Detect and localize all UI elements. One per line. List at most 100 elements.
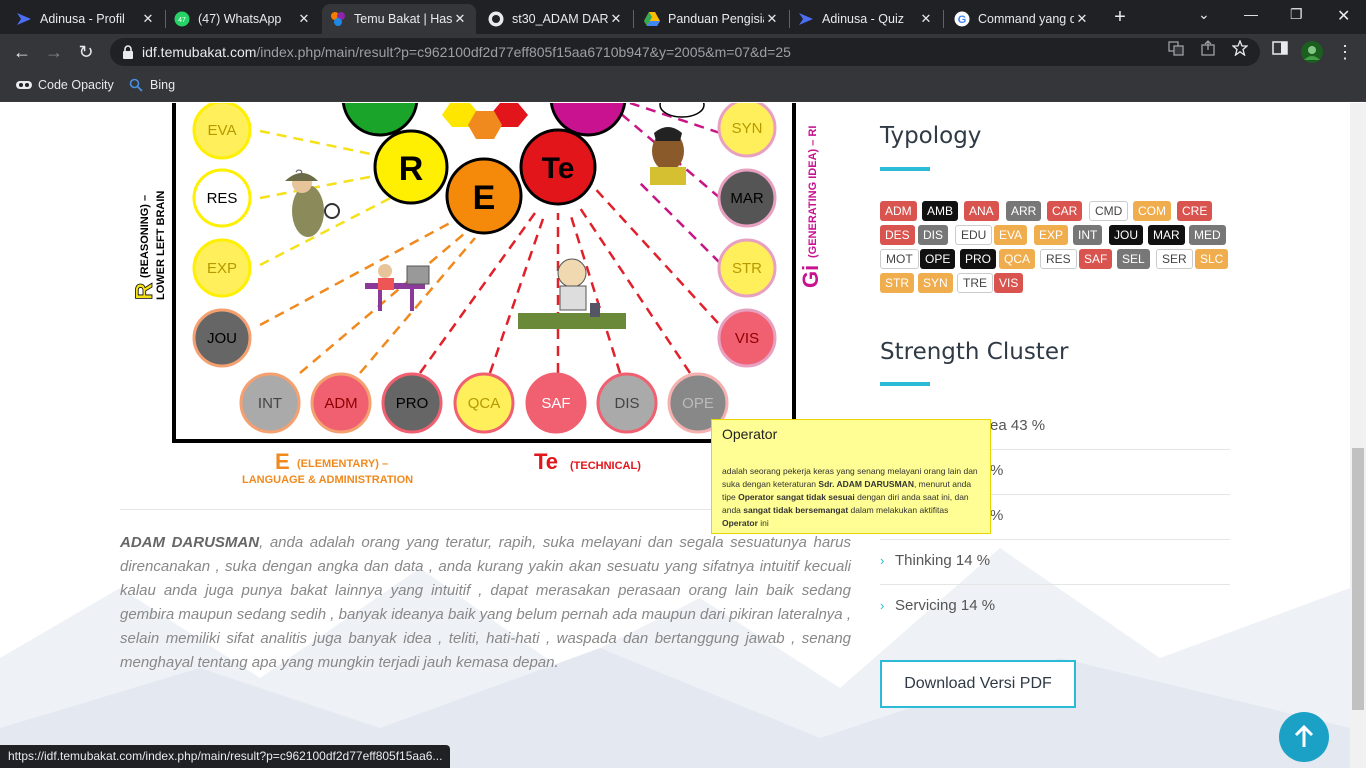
tab-adinusa-quiz[interactable]: Adinusa - Quiz ✕ <box>790 4 942 34</box>
forward-arrow-icon[interactable]: → <box>42 40 66 64</box>
typology-badge-ana[interactable]: ANA <box>964 201 999 221</box>
heading-underline <box>880 167 930 171</box>
profile-avatar[interactable] <box>1301 41 1323 63</box>
typology-badge-eva[interactable]: EVA <box>994 225 1028 245</box>
tab-title: Temu Bakat | Has <box>354 12 452 26</box>
close-tab-icon[interactable]: ✕ <box>452 11 468 27</box>
minimize-icon[interactable]: — <box>1244 6 1258 22</box>
tab-command[interactable]: G Command yang d ✕ <box>946 4 1098 34</box>
svg-text:?: ? <box>295 166 303 182</box>
circle-pro: PRO <box>396 395 429 412</box>
typology-badge-edu[interactable]: EDU <box>955 225 993 245</box>
tooltip-body: adalah seorang pekerja keras yang senang… <box>722 466 978 528</box>
circle-res: RES <box>207 190 238 207</box>
code-opacity-icon <box>16 81 32 89</box>
typology-badge-cmd[interactable]: CMD <box>1089 201 1129 221</box>
svg-text:G: G <box>958 14 967 26</box>
side-panel-icon[interactable] <box>1272 40 1288 56</box>
description-text: , anda adalah orang yang teratur, rapih,… <box>120 534 851 671</box>
chevron-right-icon: › <box>880 553 885 568</box>
tab-title: Command yang d <box>978 12 1074 26</box>
reload-icon[interactable]: ↻ <box>74 40 98 64</box>
personality-description: ADAM DARUSMAN, anda adalah orang yang te… <box>120 531 851 675</box>
bookmark-star-icon[interactable] <box>1232 40 1248 56</box>
circle-int: INT <box>258 395 282 412</box>
typology-badge-amb[interactable]: AMB <box>922 201 959 221</box>
circle-vis: VIS <box>735 330 759 347</box>
close-tab-icon[interactable]: ✕ <box>140 11 156 27</box>
typology-badge-jou[interactable]: JOU <box>1109 225 1143 245</box>
tab-search-icon[interactable]: ⌄ <box>1198 6 1210 23</box>
share-icon[interactable] <box>1200 40 1216 56</box>
circle-jou: JOU <box>207 330 237 347</box>
scrollbar-thumb[interactable] <box>1352 448 1364 710</box>
page-content: R E Te EVA RES EXP JOU SYN MAR STR VIS I… <box>0 103 1350 768</box>
typology-badge-slc[interactable]: SLC <box>1195 249 1229 269</box>
tab-title: (47) WhatsApp <box>198 12 282 26</box>
page-scrollbar[interactable] <box>1350 103 1366 768</box>
cluster-item-thinking[interactable]: › Thinking 14 % <box>880 540 1230 585</box>
tab-panduan[interactable]: Panduan Pengisia ✕ <box>636 4 788 34</box>
close-tab-icon[interactable]: ✕ <box>1074 11 1090 27</box>
download-pdf-button[interactable]: Download Versi PDF <box>880 660 1076 708</box>
typology-badge-car[interactable]: CAR <box>1047 201 1083 221</box>
typology-badge-sel[interactable]: SEL <box>1117 249 1150 269</box>
cluster-item-servicing[interactable]: › Servicing 14 % <box>880 585 1230 630</box>
address-bar[interactable]: idf.temubakat.com/index.php/main/result?… <box>110 38 1260 66</box>
back-arrow-icon[interactable]: ← <box>10 40 34 64</box>
typology-badge-tre[interactable]: TRE <box>957 273 993 293</box>
bookmark-label: Bing <box>150 78 176 92</box>
close-window-icon[interactable]: ✕ <box>1337 6 1350 26</box>
browser-tab-bar: Adinusa - Profil ✕ 47 (47) WhatsApp ✕ Te… <box>0 0 1366 34</box>
tab-temubakat[interactable]: Temu Bakat | Has ✕ <box>322 4 476 34</box>
typology-badge-int[interactable]: INT <box>1073 225 1103 245</box>
svg-text:(GENERATING IDEA) – RI: (GENERATING IDEA) – RI <box>807 126 819 258</box>
tab-title: Adinusa - Quiz <box>822 12 904 26</box>
url-text: idf.temubakat.com/index.php/main/result?… <box>142 44 791 60</box>
tab-github[interactable]: st30_ADAM DAR ✕ <box>480 4 632 34</box>
circle-adm: ADM <box>324 395 357 412</box>
close-tab-icon[interactable]: ✕ <box>918 11 934 27</box>
typology-badge-cre[interactable]: CRE <box>1177 201 1213 221</box>
label-generating-idea: Gi (GENERATING IDEA) – RI <box>798 126 823 288</box>
typology-badge-str[interactable]: STR <box>880 273 914 293</box>
translate-icon[interactable] <box>1168 40 1184 56</box>
typology-badge-qca[interactable]: QCA <box>999 249 1036 269</box>
typology-badge-pro[interactable]: PRO <box>960 249 997 269</box>
more-menu-icon[interactable]: ⋮ <box>1333 40 1357 64</box>
restore-icon[interactable]: ❐ <box>1290 6 1303 23</box>
new-tab-button[interactable]: + <box>1110 6 1130 28</box>
circle-saf: SAF <box>541 395 570 412</box>
strength-cluster-heading: Strength Cluster <box>880 339 1069 365</box>
typology-badge-com[interactable]: COM <box>1133 201 1171 221</box>
scroll-to-top-button[interactable] <box>1279 712 1329 762</box>
typology-badge-mar[interactable]: MAR <box>1148 225 1185 245</box>
typology-badge-dis[interactable]: DIS <box>918 225 949 245</box>
tab-adinusa-profil[interactable]: Adinusa - Profil ✕ <box>8 4 164 34</box>
typology-badge-arr[interactable]: ARR <box>1006 201 1042 221</box>
url-path: /index.php/main/result?p=c962100df2d77ef… <box>256 44 791 60</box>
typology-badge-med[interactable]: MED <box>1189 225 1226 245</box>
typology-badge-syn[interactable]: SYN <box>918 273 953 293</box>
svg-text:Te: Te <box>534 449 558 474</box>
whatsapp-icon: 47 <box>174 11 190 27</box>
typology-badge-exp[interactable]: EXP <box>1034 225 1069 245</box>
lock-icon <box>123 45 133 59</box>
typology-badge-res[interactable]: RES <box>1040 249 1077 269</box>
typology-badge-saf[interactable]: SAF <box>1079 249 1113 269</box>
bookmark-code-opacity[interactable]: Code Opacity <box>16 78 114 92</box>
circle-mar: MAR <box>730 190 764 207</box>
center-label-r: R <box>399 150 424 188</box>
typology-badge-mot[interactable]: MOT <box>880 249 919 269</box>
close-tab-icon[interactable]: ✕ <box>608 11 624 27</box>
typology-badge-ope[interactable]: OPE <box>920 249 956 269</box>
typology-badge-des[interactable]: DES <box>880 225 915 245</box>
center-label-te: Te <box>542 152 575 185</box>
typology-badge-vis[interactable]: VIS <box>994 273 1024 293</box>
typology-badge-ser[interactable]: SER <box>1156 249 1193 269</box>
tab-whatsapp[interactable]: 47 (47) WhatsApp ✕ <box>166 4 320 34</box>
close-tab-icon[interactable]: ✕ <box>764 11 780 27</box>
bookmark-bing[interactable]: Bing <box>128 78 175 92</box>
typology-badge-adm[interactable]: ADM <box>880 201 917 221</box>
close-tab-icon[interactable]: ✕ <box>296 11 312 27</box>
